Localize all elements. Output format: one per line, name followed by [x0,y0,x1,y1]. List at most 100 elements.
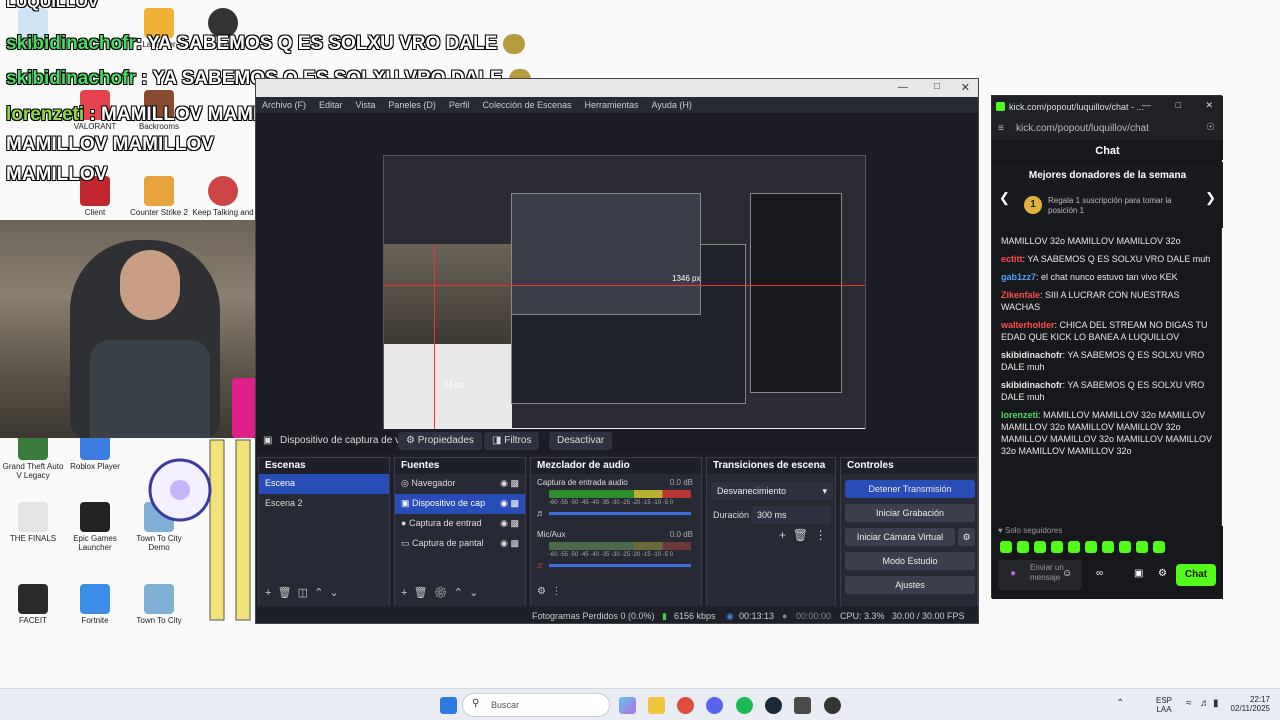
emote-icon[interactable] [1136,541,1148,553]
site-info-icon[interactable]: ≡ [998,123,1004,134]
chat-titlebar[interactable]: kick.com/popout/luquillov/chat - ... — □… [992,96,1223,118]
start-virtual-camera-button[interactable]: Iniciar Cámara Virtual [845,528,955,546]
menu-editar[interactable]: Editar [319,100,343,110]
chevron-up-icon[interactable]: ⌃ [1116,698,1124,709]
mic-icon[interactable]: ● [1010,568,1016,579]
copilot-icon[interactable] [619,697,636,714]
file-explorer-icon[interactable] [648,697,665,714]
maximize-icon[interactable]: □ [934,81,940,92]
message-username[interactable]: gab1zz7 [1001,272,1036,282]
filter-icon[interactable]: ◫ [298,587,308,599]
studio-mode-button[interactable]: Modo Estudio [845,552,975,570]
menu-coleccion-escenas[interactable]: Colección de Escenas [482,100,571,110]
menu-ayuda[interactable]: Ayuda (H) [652,100,692,110]
minimize-icon[interactable]: — [1142,100,1151,110]
desktop-icon[interactable]: Epic Games Launcher [64,502,126,552]
menu-perfil[interactable]: Perfil [449,100,470,110]
emote-icon[interactable] [1017,541,1029,553]
start-recording-button[interactable]: Iniciar Grabación [845,504,975,522]
deactivate-button[interactable]: Desactivar [549,432,613,450]
gear-icon[interactable]: ⚙ [537,586,546,597]
source-item[interactable]: ▭ Captura de pantal ◉ ▩ [395,534,525,554]
add-icon[interactable]: + [779,528,786,542]
spotify-icon[interactable] [736,697,753,714]
language-indicator[interactable]: ESP LAA [1152,696,1176,714]
emote-icon[interactable] [1000,541,1012,553]
desktop-icon[interactable]: THE FINALS [2,502,64,543]
volume-icon[interactable]: ♬ [1200,698,1210,709]
scene-item[interactable]: Escena 2 [259,494,389,514]
wifi-icon[interactable]: ≈ [1186,698,1192,709]
menu-herramientas[interactable]: Herramientas [585,100,639,110]
send-chat-button[interactable]: Chat [1176,564,1216,586]
muted-speaker-icon[interactable]: ♬ [536,560,545,570]
gear-icon[interactable]: ⚙ [958,528,975,546]
eye-icon[interactable]: ◉ ▩ [500,478,519,489]
chat-message-list[interactable]: MAMILLOV 32o MAMILLOV MAMILLOV 32o ectit… [992,232,1223,524]
obs-preview[interactable]: 1346 px 44 px [256,113,978,440]
emote-icon[interactable] [1153,541,1165,553]
gear-icon[interactable]: ⚙ [434,587,448,599]
chevron-right-icon[interactable]: ❯ [1205,190,1216,206]
calculator-icon[interactable] [794,697,811,714]
battery-icon[interactable]: ▮ [1213,698,1219,709]
desktop-icon[interactable]: Fortnite [64,584,126,625]
eye-icon[interactable]: ◉ ▩ [500,518,519,529]
menu-vista[interactable]: Vista [356,100,376,110]
up-icon[interactable]: ⌃ [454,587,463,599]
chat-urlbar[interactable]: ≡ kick.com/popout/luquillov/chat ☉ [992,118,1223,140]
down-icon[interactable]: ⌄ [469,587,478,599]
windows-start-icon[interactable] [440,697,457,714]
speaker-icon[interactable]: ♬ [536,508,545,518]
message-username[interactable]: walterholder [1001,320,1055,330]
chevron-left-icon[interactable]: ❮ [999,190,1010,206]
clock[interactable]: 22:17 02/11/2025 [1222,695,1270,713]
down-icon[interactable]: ⌄ [330,587,339,599]
message-username[interactable]: skibidinachofr [1001,380,1063,390]
menu-archivo[interactable]: Archivo (F) [262,100,306,110]
trash-icon[interactable]: 🗑 [278,587,292,599]
transition-select[interactable]: Desvanecimiento ▾ [711,482,833,500]
desktop-icon[interactable]: Keep Talking and [192,176,254,217]
steam-icon[interactable] [765,697,782,714]
emote-icon[interactable] [1051,541,1063,553]
obs-titlebar[interactable]: — □ ✕ [256,79,978,97]
stop-streaming-button[interactable]: Detener Transmisión [845,480,975,498]
more-icon[interactable]: ⋮ [815,528,827,542]
coins-icon[interactable]: ∞ [1096,568,1103,579]
chrome-icon[interactable] [677,697,694,714]
emote-icon[interactable] [1119,541,1131,553]
eye-off-icon[interactable]: ☉ [1206,122,1215,133]
message-username[interactable]: lorenzeti [1001,410,1038,420]
message-username[interactable]: Zikenfale [1001,290,1040,300]
desktop-icon[interactable]: FACEIT [2,584,64,625]
duration-input[interactable]: 300 ms [751,506,831,524]
add-icon[interactable]: + [265,587,271,599]
source-item[interactable]: ◎ Navegador ◉ ▩ [395,474,525,494]
minimize-icon[interactable]: — [898,82,908,93]
trash-icon[interactable]: 🗑 [793,528,808,542]
properties-button[interactable]: ⚙ Propiedades [398,432,482,450]
obs-taskbar-icon[interactable] [824,697,841,714]
menu-paneles[interactable]: Paneles (D) [388,100,436,110]
trash-icon[interactable]: 🗑 [414,587,428,599]
volume-slider[interactable] [549,512,691,515]
add-icon[interactable]: + [401,587,407,599]
more-icon[interactable]: ⋮ [552,586,562,597]
eye-icon[interactable]: ◉ ▩ [500,498,519,509]
gear-icon[interactable]: ⚙ [1158,568,1167,579]
eye-icon[interactable]: ◉ ▩ [500,538,519,549]
desktop-icon[interactable]: Counter Strike 2 [128,176,190,217]
message-username[interactable]: skibidinachofr [1001,350,1063,360]
emote-icon[interactable] [1085,541,1097,553]
discord-icon[interactable] [706,697,723,714]
maximize-icon[interactable]: □ [1176,100,1181,110]
source-item[interactable]: ▣ Dispositivo de cap ◉ ▩ [395,494,525,514]
taskbar-search[interactable]: Buscar [462,693,610,717]
source-item[interactable]: ● Captura de entrad ◉ ▩ [395,514,525,534]
emote-icon[interactable] [1102,541,1114,553]
gift-icon[interactable]: ▣ [1134,568,1143,579]
emote-icon[interactable] [1068,541,1080,553]
filters-button[interactable]: ◨ Filtros [484,432,540,450]
up-icon[interactable]: ⌃ [314,587,323,599]
